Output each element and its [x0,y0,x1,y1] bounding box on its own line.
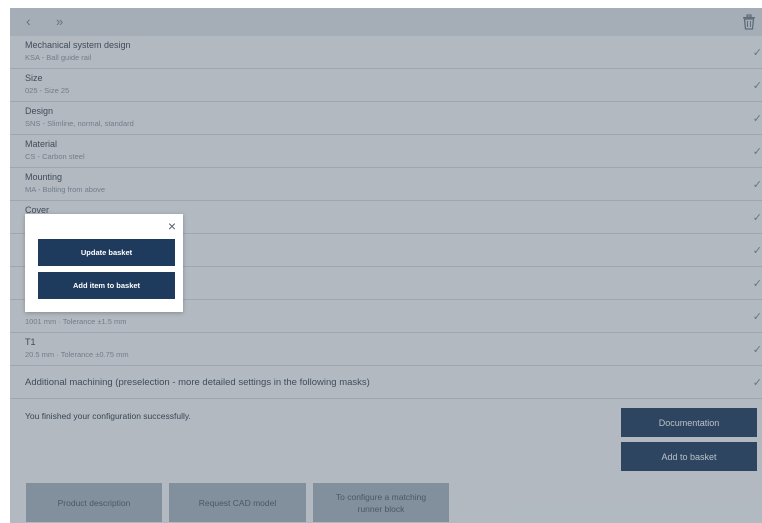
update-basket-button[interactable]: Update basket [38,239,175,266]
configurator-window: ‹ » Mechanical system design KSA - Ball … [10,8,762,523]
add-item-to-basket-button[interactable]: Add item to basket [38,272,175,299]
close-icon[interactable]: × [168,218,176,234]
basket-dialog: × Update basket Add item to basket [25,214,183,312]
